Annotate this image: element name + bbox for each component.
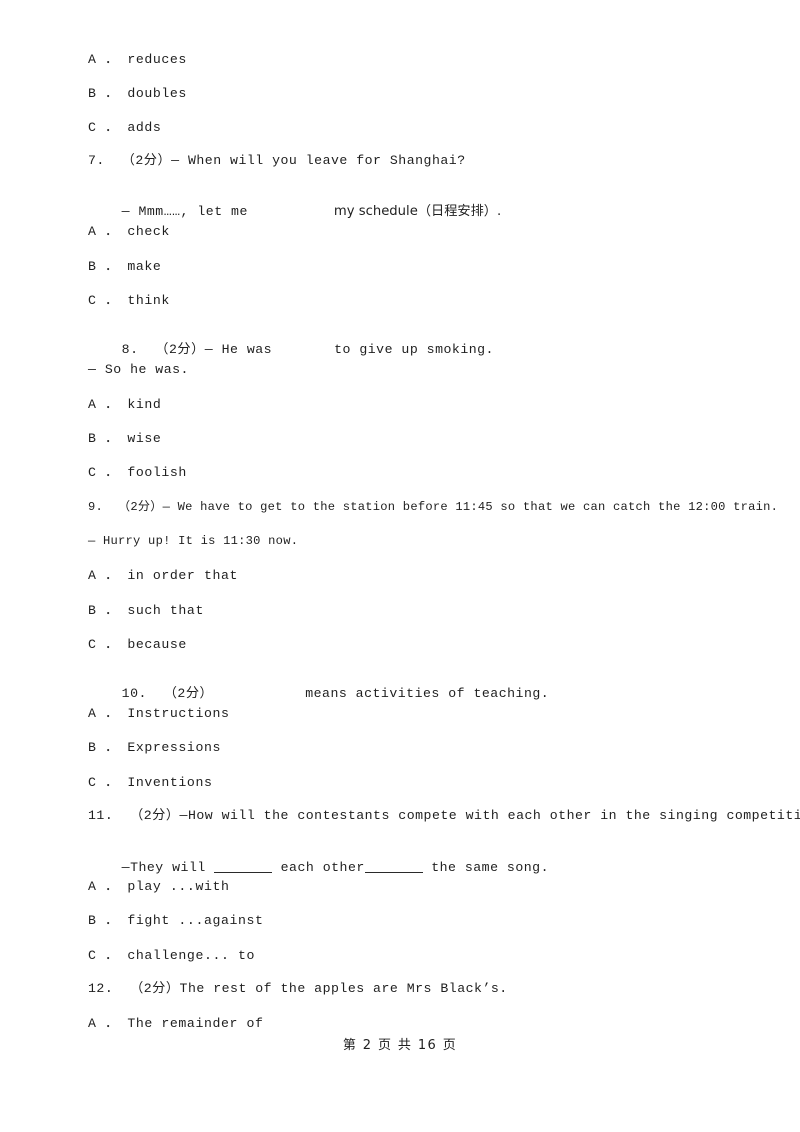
answer-option[interactable]: B ． wise — [88, 431, 161, 447]
answer-option[interactable]: A ． kind — [88, 397, 161, 413]
question-stem-11: 11. （2分）—How will the contestants compet… — [88, 808, 800, 823]
stem-text-segment: each other — [272, 860, 365, 875]
question-stem-8-line2: — So he was. — [88, 362, 189, 377]
stem-text-after-blank: to give up smoking. — [334, 342, 494, 357]
answer-option[interactable]: B ． doubles — [88, 86, 187, 102]
answer-option[interactable]: B ． make — [88, 259, 161, 275]
page-footer: 第 2 页 共 16 页 — [342, 1038, 458, 1053]
answer-option[interactable]: C ． foolish — [88, 465, 187, 481]
answer-option[interactable]: B ． such that — [88, 603, 204, 619]
question-stem-9: 9. （2分）— We have to get to the station b… — [88, 500, 779, 514]
stem-text-segment: the same song. — [422, 860, 549, 875]
answer-option[interactable]: C ． think — [88, 293, 170, 309]
fill-in-blank-second[interactable] — [364, 861, 423, 873]
stem-text-before-blank: 8. （2分）— He was — [121, 342, 273, 357]
answer-option[interactable]: A ． play ...with — [88, 879, 230, 895]
stem-text-segment: —They will — [121, 860, 215, 875]
answer-option[interactable]: C ． Inventions — [88, 775, 212, 791]
fill-in-blank-first[interactable] — [214, 861, 273, 873]
answer-option[interactable]: A ． The remainder of — [88, 1016, 264, 1032]
question-stem-9-line2: — Hurry up! It is 11:30 now. — [88, 534, 299, 548]
answer-option[interactable]: B ． fight ...against — [88, 913, 264, 929]
answer-option[interactable]: C ． challenge... to — [88, 948, 255, 964]
answer-option[interactable]: B ． Expressions — [88, 740, 221, 756]
question-stem-7: 7. （2分）— When will you leave for Shangha… — [88, 153, 466, 168]
question-stem-12: 12. （2分）The rest of the apples are Mrs B… — [88, 981, 508, 996]
answer-option[interactable]: A ． in order that — [88, 568, 238, 584]
stem-text-after-blank: means activities of teaching. — [305, 686, 550, 701]
stem-text-before-blank: 10. （2分） — [121, 686, 214, 701]
answer-option[interactable]: C ． adds — [88, 120, 161, 136]
answer-option[interactable]: C ． because — [88, 637, 187, 653]
answer-option[interactable]: A ． check — [88, 224, 170, 240]
document-page: A ． reduces B ． doubles C ． adds 7. （2分）… — [0, 0, 800, 1132]
answer-option[interactable]: A ． reduces — [88, 52, 187, 68]
stem-text-after-blank: my schedule（日程安排）. — [333, 204, 502, 219]
answer-option[interactable]: A ． Instructions — [88, 706, 230, 722]
stem-text-before-blank: — Mmm……, let me — [121, 204, 248, 219]
